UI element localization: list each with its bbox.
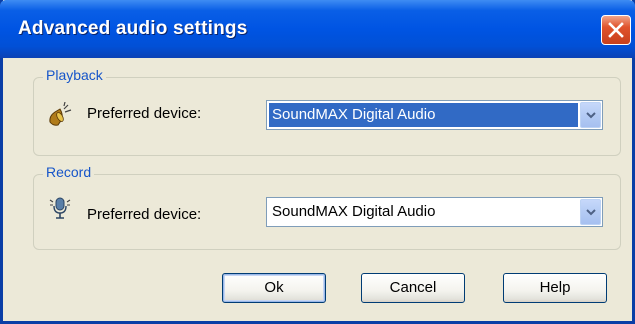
window-title: Advanced audio settings xyxy=(18,18,248,39)
close-button[interactable] xyxy=(601,15,631,45)
playback-device-value: SoundMAX Digital Audio xyxy=(269,103,578,127)
record-dropdown-button[interactable] xyxy=(580,199,601,225)
record-device-label: Preferred device: xyxy=(87,206,202,223)
chevron-down-icon xyxy=(586,209,596,216)
title-bar[interactable]: Advanced audio settings xyxy=(0,0,635,58)
microphone-icon xyxy=(46,194,74,222)
advanced-audio-settings-dialog: Advanced audio settings Playback Preferr… xyxy=(0,0,635,324)
playback-group: Playback Preferred device: SoundMAX Digi… xyxy=(33,67,621,156)
record-device-value: SoundMAX Digital Audio xyxy=(272,203,436,220)
chevron-down-icon xyxy=(586,112,596,119)
cancel-button[interactable]: Cancel xyxy=(361,273,465,303)
playback-legend: Playback xyxy=(43,67,106,83)
ok-button[interactable]: Ok xyxy=(222,273,326,303)
help-button[interactable]: Help xyxy=(503,273,607,303)
playback-dropdown-button[interactable] xyxy=(580,102,601,128)
record-group: Record Preferred device: SoundMAX Digita… xyxy=(33,164,621,250)
playback-device-label: Preferred device: xyxy=(87,105,202,122)
close-icon xyxy=(608,22,624,38)
record-device-select[interactable]: SoundMAX Digital Audio xyxy=(266,197,603,227)
record-legend: Record xyxy=(43,164,95,180)
speaker-icon xyxy=(46,101,74,130)
playback-device-select[interactable]: SoundMAX Digital Audio xyxy=(266,100,603,130)
